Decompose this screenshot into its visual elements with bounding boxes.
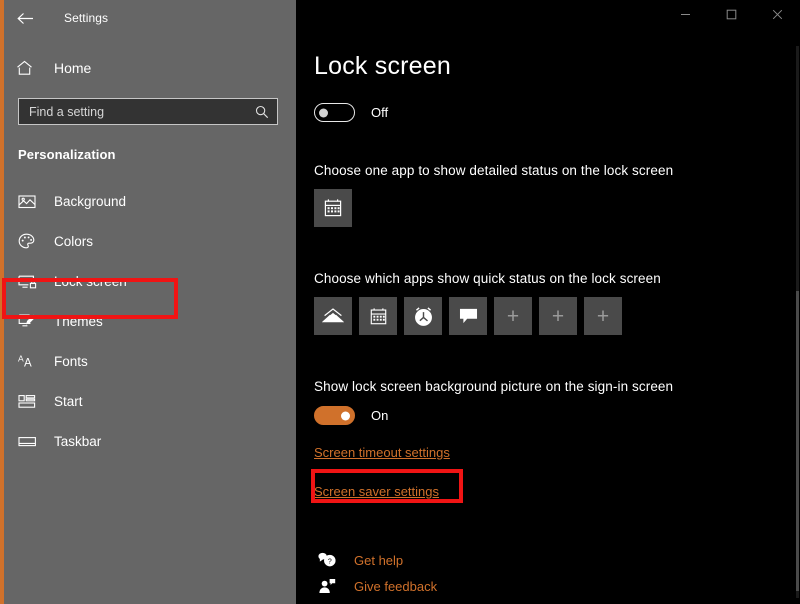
background-picture-toggle-row: On — [314, 406, 800, 425]
svg-text:?: ? — [328, 558, 332, 565]
quick-status-tile-calendar[interactable] — [359, 297, 397, 335]
quick-status-tiles: + + + — [314, 297, 800, 335]
background-picture-toggle[interactable] — [314, 406, 355, 425]
search-placeholder: Find a setting — [29, 104, 105, 119]
search-input[interactable]: Find a setting — [18, 98, 278, 125]
home-icon — [16, 60, 42, 76]
plus-icon: + — [596, 304, 610, 328]
sidebar-item-themes[interactable]: Themes — [0, 301, 296, 341]
quick-status-tile-mail[interactable] — [314, 297, 352, 335]
help-block: ? Get help Give feedback — [314, 547, 800, 599]
sidebar-item-start[interactable]: Start — [0, 381, 296, 421]
feedback-person-icon — [314, 578, 340, 594]
link-screen-saver-settings[interactable]: Screen saver settings — [314, 484, 439, 499]
sidebar-item-taskbar-label: Taskbar — [54, 433, 102, 449]
plus-icon: + — [506, 304, 520, 328]
background-picture-toggle-label: On — [371, 408, 389, 423]
search-wrapper: Find a setting — [0, 98, 296, 125]
start-tiles-icon — [18, 394, 44, 409]
main-content: Lock screen Off Choose one app to show d… — [296, 52, 800, 599]
sidebar-item-lock-screen-label: Lock screen — [54, 273, 127, 289]
sidebar-item-colors[interactable]: Colors — [0, 221, 296, 261]
settings-window: Settings Home Find a setting Personaliza… — [0, 0, 800, 604]
accent-strip — [0, 0, 4, 604]
image-icon — [18, 194, 44, 209]
fonts-aa-icon: A A — [18, 353, 44, 370]
detailed-status-tiles — [314, 189, 800, 227]
sidebar-item-themes-label: Themes — [54, 313, 103, 329]
lock-screen-icon — [18, 274, 44, 289]
search-icon[interactable] — [255, 105, 269, 119]
background-picture-caption: Show lock screen background picture on t… — [314, 379, 674, 394]
plus-icon: + — [551, 304, 565, 328]
taskbar-icon — [18, 435, 44, 448]
sidebar-section-title: Personalization — [18, 147, 116, 162]
quick-status-tile-alarm-clock[interactable] — [404, 297, 442, 335]
main-panel: Lock screen Off Choose one app to show d… — [296, 0, 800, 604]
sidebar-nav: Background Colors Lock screen Themes A A… — [0, 181, 296, 461]
sidebar-item-colors-label: Colors — [54, 233, 94, 249]
minimize-button[interactable] — [662, 0, 708, 28]
detailed-status-tile-calendar[interactable] — [314, 189, 352, 227]
link-screen-timeout-settings[interactable]: Screen timeout settings — [314, 445, 450, 460]
scrollbar-thumb[interactable] — [796, 291, 799, 591]
sidebar-item-fonts[interactable]: A A Fonts — [0, 341, 296, 381]
sidebar-item-background[interactable]: Background — [0, 181, 296, 221]
toggle-knob — [341, 411, 350, 420]
get-help-label: Get help — [354, 552, 404, 568]
page-title: Lock screen — [314, 52, 451, 80]
lock-screen-toggle[interactable] — [314, 103, 355, 122]
window-controls — [296, 0, 800, 36]
sidebar-item-fonts-label: Fonts — [54, 353, 88, 369]
give-feedback-row[interactable]: Give feedback — [314, 573, 800, 599]
sidebar-item-taskbar[interactable]: Taskbar — [0, 421, 296, 461]
maximize-button[interactable] — [708, 0, 754, 28]
quick-status-caption: Choose which apps show quick status on t… — [314, 271, 661, 286]
sidebar: Settings Home Find a setting Personaliza… — [0, 0, 296, 604]
quick-status-tile-add-3[interactable]: + — [584, 297, 622, 335]
lock-screen-toggle-label: Off — [371, 105, 389, 120]
sidebar-item-background-label: Background — [54, 193, 127, 209]
sidebar-titlebar: Settings — [0, 0, 296, 36]
theme-brush-icon — [18, 313, 44, 329]
svg-text:A: A — [24, 358, 32, 370]
quick-status-tile-add-1[interactable]: + — [494, 297, 532, 335]
vertical-scrollbar[interactable] — [796, 46, 799, 598]
back-arrow-icon[interactable] — [10, 5, 40, 31]
get-help-row[interactable]: ? Get help — [314, 547, 800, 573]
palette-icon — [18, 233, 44, 249]
sidebar-item-lock-screen[interactable]: Lock screen — [0, 261, 296, 301]
close-button[interactable] — [754, 0, 800, 28]
quick-status-tile-message[interactable] — [449, 297, 487, 335]
lock-screen-toggle-row: Off — [314, 103, 800, 122]
sidebar-item-home[interactable]: Home — [0, 53, 296, 83]
quick-status-tile-add-2[interactable]: + — [539, 297, 577, 335]
detailed-status-caption: Choose one app to show detailed status o… — [314, 163, 674, 178]
toggle-knob — [319, 108, 328, 117]
give-feedback-label: Give feedback — [354, 578, 438, 594]
app-title: Settings — [64, 11, 109, 25]
sidebar-item-home-label: Home — [54, 60, 92, 76]
help-bubble-icon: ? — [314, 552, 340, 568]
sidebar-item-start-label: Start — [54, 393, 83, 409]
